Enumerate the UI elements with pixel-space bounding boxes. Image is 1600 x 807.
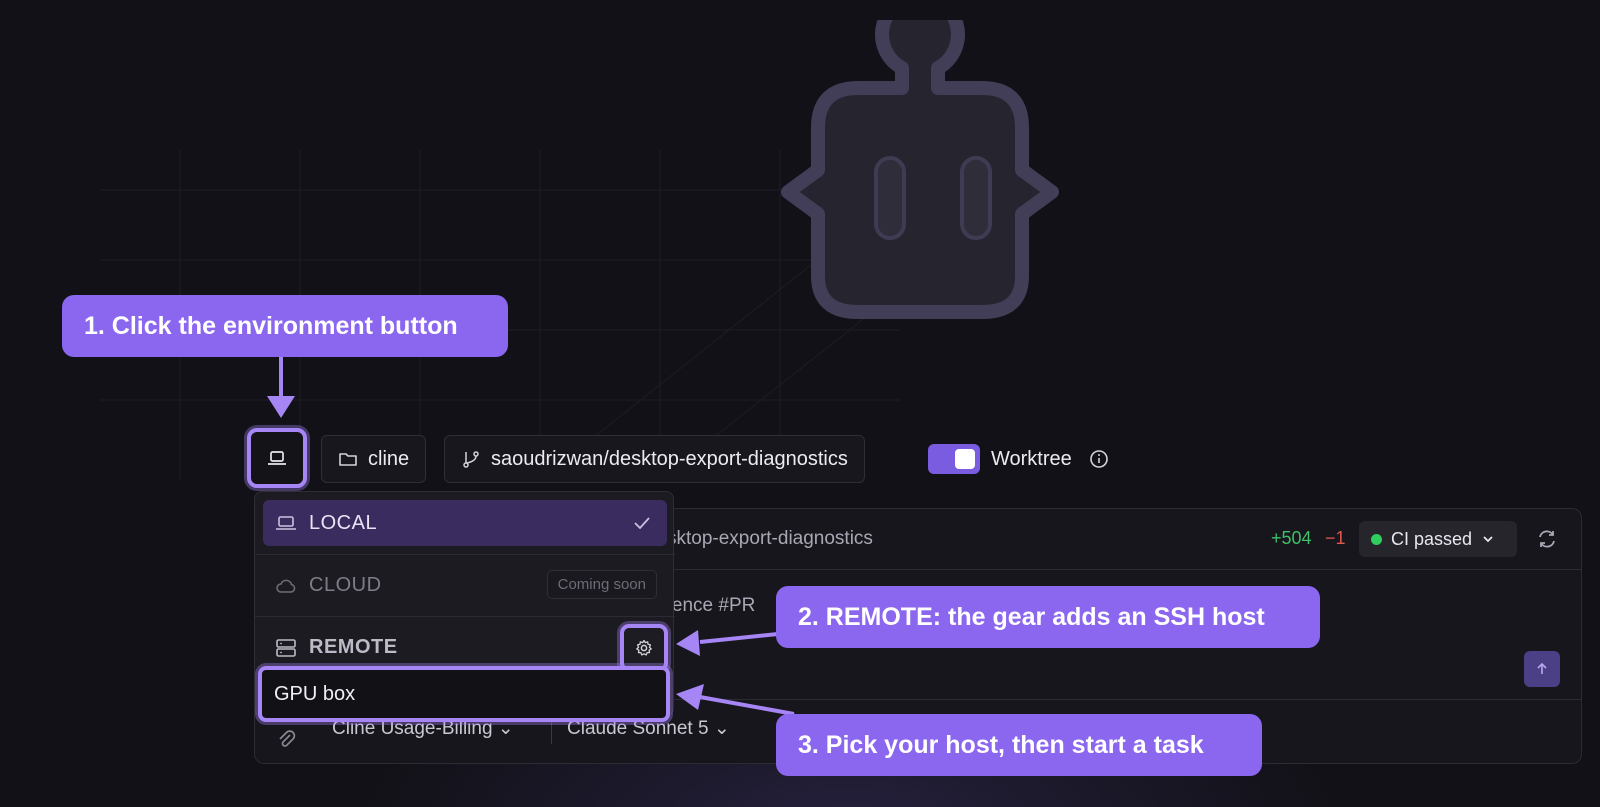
- arrow-up-icon: [1537, 662, 1547, 674]
- cloud-icon: [276, 579, 296, 593]
- gear-icon: [636, 639, 652, 656]
- folder-button[interactable]: cline: [321, 435, 427, 483]
- diff-added-count: +504: [1271, 528, 1312, 548]
- laptop-icon: [276, 516, 296, 530]
- diff-removed-count: −1: [1325, 528, 1346, 548]
- menu-item-cloud: CLOUD Coming soon: [255, 554, 675, 616]
- send-button[interactable]: [1524, 651, 1560, 687]
- callout-step-1: 1. Click the environment button: [62, 295, 508, 357]
- git-branch-icon: [463, 451, 479, 468]
- paperclip-icon[interactable]: [275, 728, 297, 750]
- ci-status-dropdown[interactable]: CI passed: [1359, 521, 1517, 557]
- info-icon[interactable]: [1088, 448, 1110, 470]
- host-label: GPU box: [274, 682, 356, 705]
- coming-soon-badge: Coming soon: [546, 570, 657, 599]
- check-icon: [634, 517, 650, 530]
- footer-divider: [551, 720, 552, 744]
- refresh-icon[interactable]: [1535, 527, 1559, 551]
- branch-button[interactable]: saoudrizwan/desktop-export-diagnostics: [444, 435, 865, 483]
- folder-icon: [339, 453, 357, 466]
- worktree-label: Worktree: [991, 448, 1072, 470]
- callout-step-3: 3. Pick your host, then start a task: [776, 714, 1262, 776]
- menu-item-label: REMOTE: [309, 636, 398, 658]
- app-stage: sktop-export-diagnostics +504 −1 CI pass…: [0, 0, 1600, 807]
- server-icon: [276, 638, 296, 657]
- chevron-down-icon: [1483, 536, 1493, 543]
- worktree-toggle[interactable]: [928, 444, 980, 474]
- callout-step-2: 2. REMOTE: the gear adds an SSH host: [776, 586, 1320, 648]
- ci-status-label: CI passed: [1391, 528, 1473, 549]
- branch-name: sktop-export-diagnostics: [667, 528, 873, 549]
- toggle-knob: [955, 449, 975, 469]
- menu-item-label: CLOUD: [309, 574, 382, 596]
- menu-item-local[interactable]: LOCAL: [263, 500, 667, 546]
- menu-item-label: LOCAL: [309, 511, 378, 534]
- environment-button[interactable]: [247, 428, 307, 488]
- robot-logo-icon: [781, 20, 1059, 319]
- laptop-icon: [268, 451, 286, 465]
- branch-label: saoudrizwan/desktop-export-diagnostics: [491, 447, 848, 470]
- folder-label: cline: [368, 447, 410, 470]
- add-ssh-host-button[interactable]: [620, 624, 668, 672]
- ci-status-dot: [1371, 533, 1382, 545]
- remote-host-item[interactable]: GPU box: [258, 666, 670, 722]
